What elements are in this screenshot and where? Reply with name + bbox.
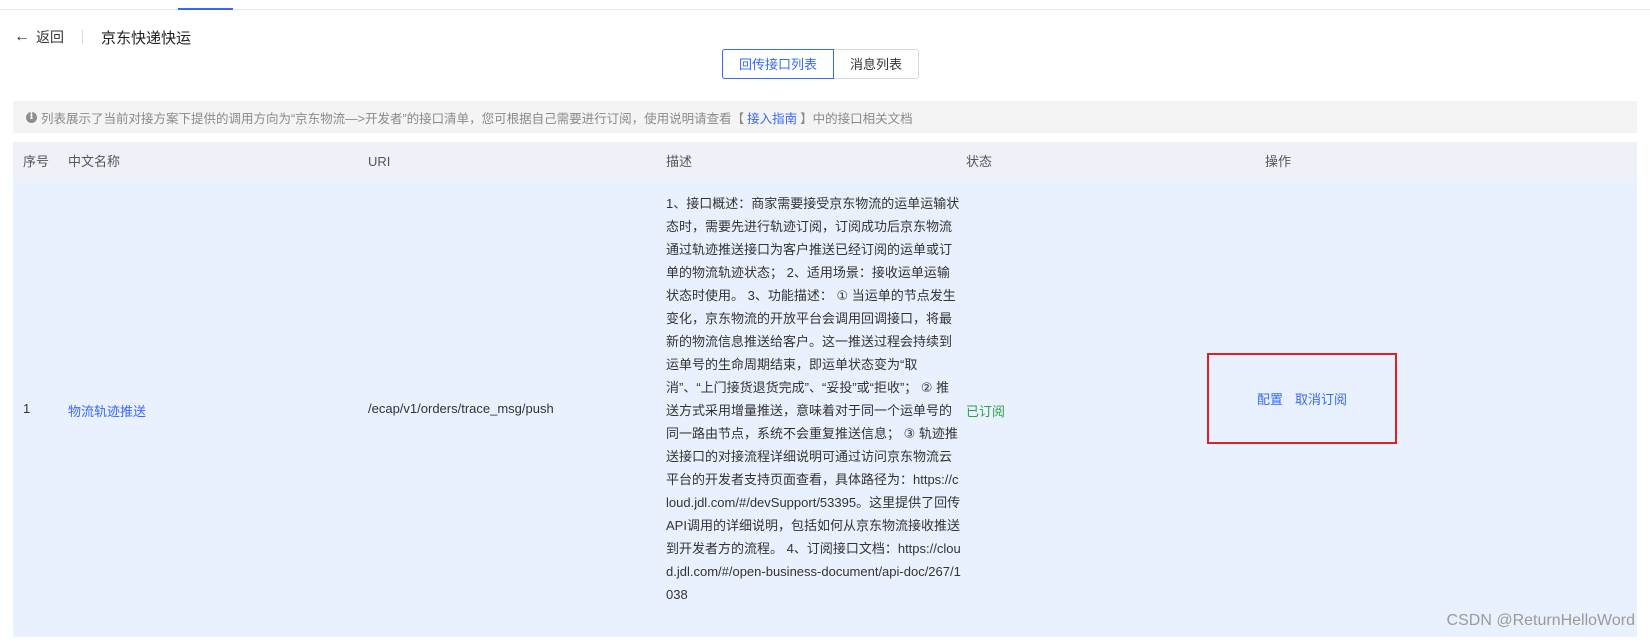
top-divider (0, 9, 1650, 10)
status-badge: 已订阅 (966, 404, 1006, 419)
header-separator (82, 30, 83, 44)
tab-message-list[interactable]: 消息列表 (834, 49, 920, 79)
page-header: ← 返回 京东快递快运 (14, 24, 191, 50)
back-label: 返回 (36, 29, 64, 45)
column-header-uri: URI (368, 154, 391, 169)
active-top-tab-indicator (178, 8, 233, 10)
row-index: 1 (23, 401, 31, 416)
notice-text-before: 列表展示了当前对接方案下提供的调用方向为“京东物流—>开发者”的接口清单，您可根… (41, 111, 745, 126)
notice-text-after: 】中的接口相关文档 (800, 111, 913, 126)
table-header: 序号 中文名称 URI 描述 状态 操作 (13, 142, 1637, 183)
column-header-description: 描述 (666, 154, 693, 169)
tab-group: 回传接口列表 消息列表 (722, 49, 920, 79)
column-header-index: 序号 (23, 154, 50, 169)
tab-callback-interface-list[interactable]: 回传接口列表 (722, 49, 835, 79)
unsubscribe-button[interactable]: 取消订阅 (1295, 389, 1347, 408)
column-header-status: 状态 (966, 154, 993, 169)
access-guide-link[interactable]: 接入指南 (747, 108, 797, 127)
column-header-name: 中文名称 (68, 154, 121, 169)
actions-highlight-box: 配置 取消订阅 (1207, 353, 1397, 444)
interface-uri: /ecap/v1/orders/trace_msg/push (368, 401, 554, 416)
interface-name-link[interactable]: 物流轨迹推送 (68, 401, 146, 420)
back-button[interactable]: ← 返回 (14, 27, 64, 47)
info-icon: i (26, 111, 37, 123)
column-header-actions: 操作 (1265, 154, 1292, 169)
configure-button[interactable]: 配置 (1257, 389, 1283, 408)
table-row: 1 物流轨迹推送 /ecap/v1/orders/trace_msg/push … (13, 182, 1637, 637)
page-title: 京东快递快运 (101, 29, 192, 47)
watermark: CSDN @ReturnHelloWord (1446, 612, 1635, 629)
arrow-left-icon: ← (14, 28, 30, 45)
interface-description: 1、接口概述：商家需要接受京东物流的运单运输状态时，需要先进行轨迹订阅，订阅成功… (666, 196, 961, 602)
info-notice: i 列表展示了当前对接方案下提供的调用方向为“京东物流—>开发者”的接口清单，您… (13, 101, 1637, 133)
